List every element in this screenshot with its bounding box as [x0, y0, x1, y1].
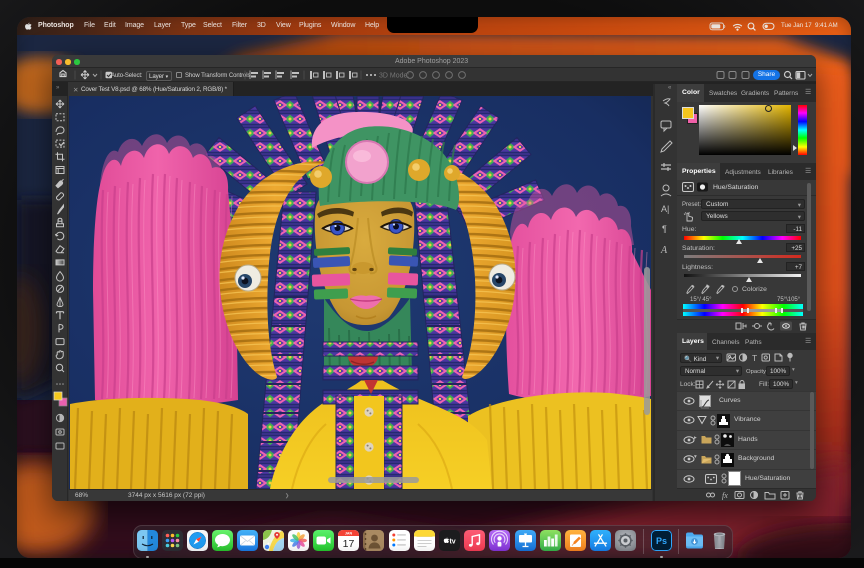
- svg-text:17: 17: [343, 538, 355, 550]
- svg-text:A: A: [660, 245, 668, 256]
- svg-text:JAN: JAN: [345, 532, 353, 536]
- svg-text:¶: ¶: [662, 224, 667, 234]
- svg-text:T: T: [752, 353, 757, 363]
- svg-text:Ps: Ps: [655, 536, 666, 546]
- svg-text:A|: A|: [661, 204, 669, 214]
- svg-text:fx: fx: [722, 491, 728, 500]
- svg-text:3D Mode:: 3D Mode:: [379, 73, 409, 80]
- svg-text:tv: tv: [449, 538, 455, 545]
